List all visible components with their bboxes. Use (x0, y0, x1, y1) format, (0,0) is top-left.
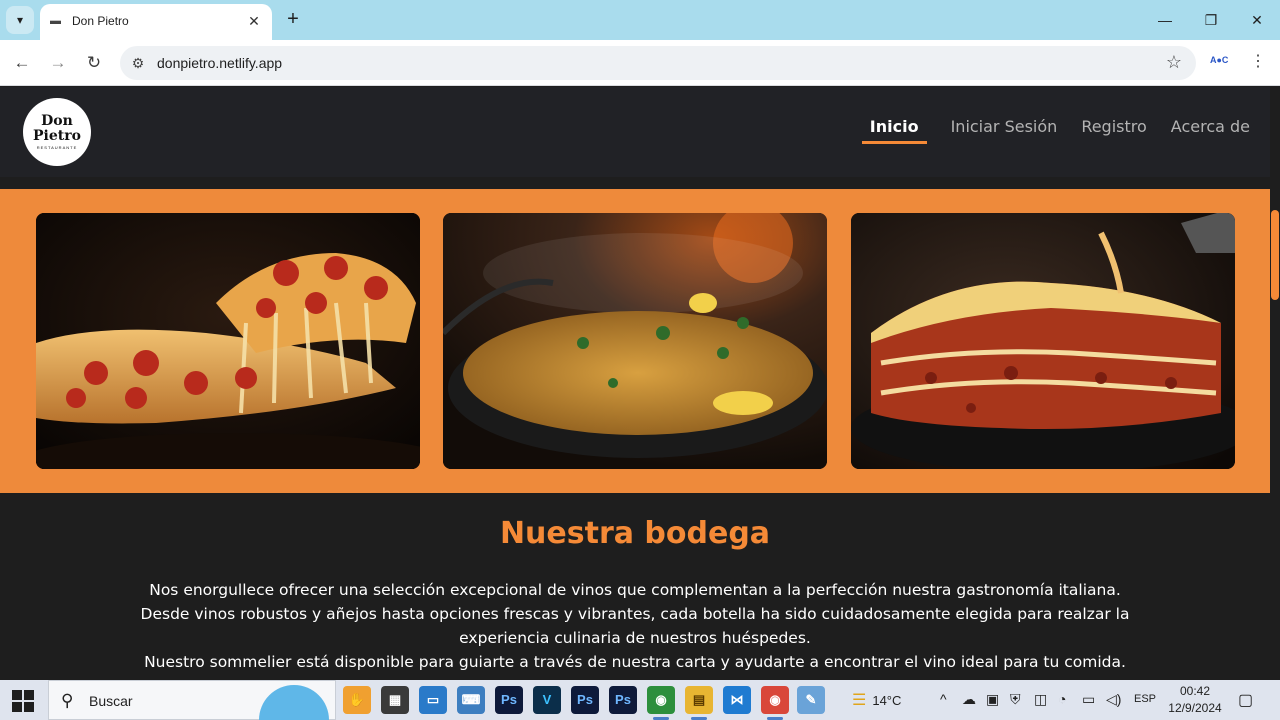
weather-icon: ☰ (852, 692, 867, 709)
clock-date: 12/9/2024 (1168, 701, 1222, 715)
navbar-spacer (0, 177, 1270, 189)
onedrive-icon[interactable]: ☁ (962, 691, 976, 708)
volume-icon[interactable]: ◁) (1106, 691, 1121, 708)
nav-link-registro[interactable]: Registro (1081, 117, 1146, 144)
app-icon-1[interactable]: ✋ (343, 686, 371, 714)
taskbar-search[interactable]: ⚲ Buscar (48, 680, 336, 720)
page-scrollbar[interactable] (1270, 87, 1280, 680)
forward-icon[interactable]: → (46, 51, 70, 75)
scrollbar-thumb[interactable] (1271, 210, 1279, 300)
logo-subtitle: RESTAURANTE (36, 145, 78, 150)
browser-toolbar: ← → ↻ ⚙ donpietro.netlify.app ☆ A●C ⋮ (0, 40, 1280, 86)
extension-icon[interactable]: A●C (1210, 55, 1232, 69)
logo-text-line1: Don (41, 113, 73, 129)
nav-link-acerca-de[interactable]: Acerca de (1171, 117, 1250, 144)
browser-tab[interactable]: ▬ Don Pietro ✕ (40, 4, 272, 40)
clock[interactable]: 00:42 12/9/2024 (1160, 683, 1230, 717)
minimize-button[interactable]: — (1150, 8, 1180, 32)
photo-gallery (0, 189, 1270, 493)
nav-links: Inicio Iniciar Sesión Registro Acerca de (861, 117, 1250, 144)
site-info-icon[interactable]: ⚙ (128, 53, 148, 73)
section-paragraph-1: Nos enorgullece ofrecer una selección ex… (149, 581, 1121, 599)
back-icon[interactable]: ← (10, 51, 34, 75)
media-app-icon[interactable]: ▦ (381, 686, 409, 714)
close-window-button[interactable]: ✕ (1242, 8, 1272, 32)
language-indicator[interactable]: ESP (1134, 693, 1156, 705)
section-paragraph-2: Desde vinos robustos y añejos hasta opci… (140, 605, 1130, 647)
pizza-photo (36, 213, 420, 469)
search-icon: ⚲ (61, 691, 74, 710)
v-app-icon[interactable]: V (533, 686, 561, 714)
site-logo[interactable]: Don Pietro RESTAURANTE (23, 98, 91, 166)
wifi-icon[interactable]: ◔ (1058, 691, 1066, 707)
photoshop-icon[interactable]: Ps (495, 686, 523, 714)
close-tab-icon[interactable]: ✕ (244, 11, 264, 31)
tab-favicon-icon: ▬ (50, 15, 61, 27)
tab-search-button[interactable]: ▾ (6, 6, 34, 34)
url-text[interactable]: donpietro.netlify.app (157, 55, 282, 71)
weather-widget[interactable]: ☰ 14°C (852, 690, 901, 710)
windows-taskbar: ⚲ Buscar ✋ ▦ ▭ ⌨ Ps V Ps Ps ◉ ▤ ⋈ ◉ ✎ ☰ 1… (0, 680, 1280, 720)
logo-text-line2: Pietro (33, 128, 81, 144)
browser-tab-strip: ▾ ▬ Don Pietro ✕ + — ❐ ✕ (0, 0, 1280, 40)
vscode-icon[interactable]: ⋈ (723, 686, 751, 714)
new-tab-button[interactable]: + (282, 8, 304, 30)
bookmark-star-icon[interactable]: ☆ (1166, 52, 1182, 73)
meet-icon[interactable]: ◫ (1034, 691, 1047, 708)
clock-time: 00:42 (1179, 684, 1211, 698)
search-label: Buscar (89, 693, 133, 709)
show-hidden-icons[interactable]: ^ (940, 691, 947, 707)
file-explorer-icon[interactable]: ▤ (685, 686, 713, 714)
start-button[interactable] (12, 690, 34, 712)
section-text: Nos enorgullece ofrecer una selección ex… (120, 578, 1150, 674)
weather-temp: 14°C (872, 693, 902, 708)
chrome-profile-icon[interactable]: ◉ (647, 686, 675, 714)
section-title: Nuestra bodega (499, 516, 771, 551)
shield-icon[interactable]: ⛨ (1010, 691, 1021, 708)
paint-app-icon[interactable]: ✎ (797, 686, 825, 714)
chrome-icon[interactable]: ◉ (761, 686, 789, 714)
section-paragraph-3: Nuestro sommelier está disponible para g… (144, 653, 1126, 671)
web-page: Don Pietro RESTAURANTE Inicio Iniciar Se… (0, 87, 1270, 680)
address-bar[interactable]: ⚙ donpietro.netlify.app ☆ (120, 46, 1196, 80)
security-icon[interactable]: ▣ (986, 691, 999, 708)
paella-photo (443, 213, 827, 469)
search-highlight-image (259, 685, 329, 720)
browser-menu-icon[interactable]: ⋮ (1248, 51, 1268, 75)
lasagna-photo (851, 213, 1235, 469)
store-app-icon[interactable]: ▭ (419, 686, 447, 714)
nav-link-inicio[interactable]: Inicio (861, 117, 927, 144)
nav-link-iniciar-sesion[interactable]: Iniciar Sesión (951, 117, 1058, 144)
photoshop-icon-2[interactable]: Ps (571, 686, 599, 714)
tab-title: Don Pietro (72, 14, 129, 28)
restore-button[interactable]: ❐ (1196, 8, 1226, 32)
site-navbar: Don Pietro RESTAURANTE Inicio Iniciar Se… (0, 87, 1270, 177)
notification-icon[interactable]: ▢ (1238, 690, 1253, 710)
laptop-app-icon[interactable]: ⌨ (457, 686, 485, 714)
photoshop-icon-3[interactable]: Ps (609, 686, 637, 714)
reload-icon[interactable]: ↻ (82, 51, 106, 75)
network-icon[interactable]: ▭ (1082, 691, 1095, 708)
